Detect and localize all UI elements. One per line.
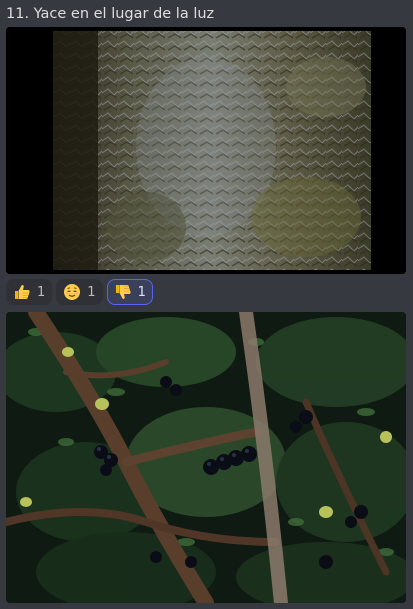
message-title: 11. Yace en el lugar de la luz [6,6,215,22]
image-attachment-jabuticaba-branches[interactable] [6,312,406,603]
reaction-count: 1 [137,284,146,300]
reaction-relieved-face[interactable]: 1 [56,279,103,305]
tree-trunk-image [6,27,406,274]
thumbs-down-icon [115,285,131,299]
thumbs-up-icon [15,285,30,299]
reactions-bar: 1 1 1 [6,279,153,305]
reaction-count: 1 [37,284,46,300]
reaction-thumbs-down[interactable]: 1 [106,279,153,305]
reaction-count: 1 [87,284,96,300]
image-attachment-tree-trunk[interactable] [6,27,406,274]
relieved-face-icon [64,284,81,300]
jabuticaba-branches-image [6,312,406,603]
reaction-thumbs-up[interactable]: 1 [6,279,53,305]
